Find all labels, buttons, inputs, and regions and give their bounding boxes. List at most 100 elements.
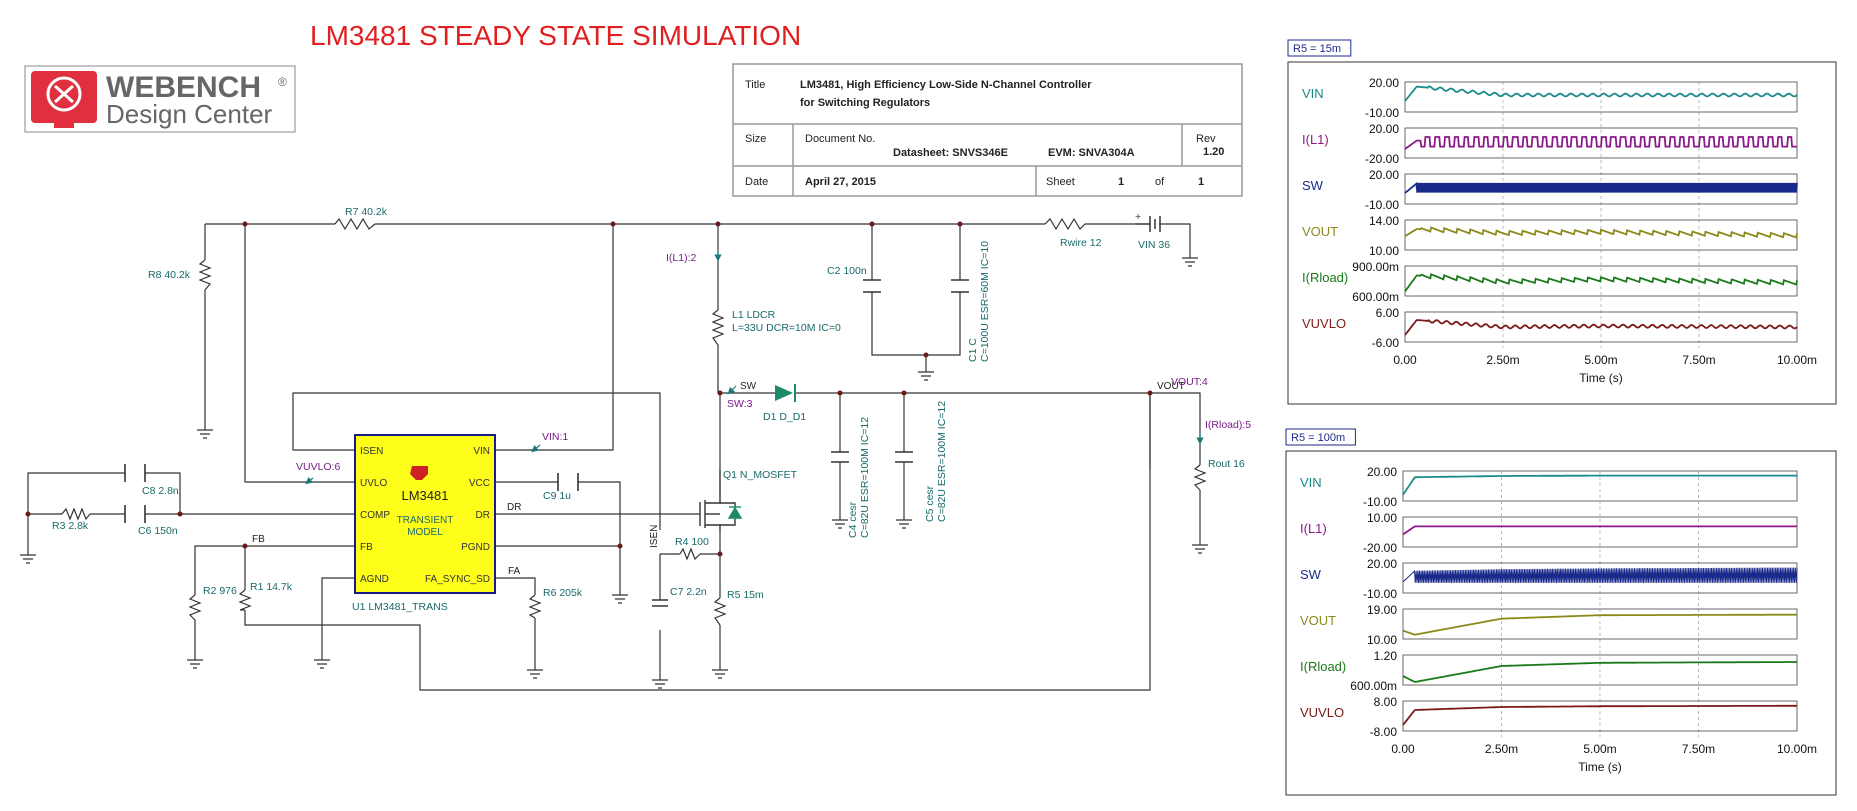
label-vin-plus: + — [1135, 211, 1141, 223]
ground-symbols — [20, 257, 1208, 689]
chip-ref: U1 LM3481_TRANS — [352, 601, 448, 613]
chart-title-tag: R5 = 15m — [1287, 39, 1352, 57]
ground-icon — [187, 659, 203, 669]
chart-panel-1: R5 = 15m 0.00 2.50m 5.00m 7.50m 10.00m Time (s… — [1287, 39, 1837, 405]
r6-resistor — [528, 594, 542, 619]
y-tick-label: -10.00 — [1363, 587, 1397, 601]
x-tick-label: 7.50m — [1682, 742, 1715, 756]
component-labels: U1 LM3481_TRANS R7 40.2k R8 40.2k R3 2.8… — [52, 206, 1245, 613]
label-rout: Rout 16 — [1208, 458, 1245, 470]
ground-icon — [1182, 257, 1198, 267]
label-c5-b: C=82U ESR=100M IC=12 — [936, 401, 948, 522]
r5-resistor — [713, 597, 727, 626]
r1-resistor — [238, 589, 252, 611]
series-name: I(Rload) — [1302, 270, 1348, 285]
c6-capacitor — [124, 505, 146, 523]
label-c5-a: C5 cesr — [924, 485, 936, 522]
ground-icon — [652, 679, 668, 689]
r3-resistor — [61, 507, 91, 521]
x-tick-label: 5.00m — [1583, 742, 1616, 756]
y-tick-label: 900.00m — [1352, 260, 1399, 274]
label-c7: C7 2.2n — [670, 586, 707, 598]
series-name: VUVLO — [1300, 705, 1344, 720]
series-name: VIN — [1300, 475, 1322, 490]
c8-capacitor — [124, 464, 146, 482]
series-name: SW — [1300, 567, 1322, 582]
x-tick-label: 5.00m — [1584, 353, 1617, 367]
c7-capacitor — [652, 599, 668, 607]
x-axis-label: Time (s) — [1579, 371, 1623, 385]
r8-resistor — [198, 259, 212, 291]
series-name: I(L1) — [1300, 521, 1327, 536]
c2-capacitor — [863, 279, 881, 293]
probe-il1: I(L1):2 — [666, 252, 697, 264]
pin-vcc: VCC — [469, 478, 490, 489]
y-tick-label: 20.00 — [1369, 76, 1399, 90]
net-dr: DR — [507, 502, 521, 513]
c9-capacitor — [557, 473, 579, 491]
chart-panel-2: R5 = 100m 0.00 2.50m 5.00m 7.50m 10.00m Time (… — [1285, 428, 1837, 796]
x-tick-label: 2.50m — [1486, 353, 1519, 367]
label-c4-a: C4 cesr — [847, 501, 859, 538]
net-fa: FA — [508, 566, 521, 577]
datasheet-value: Datasheet: SNVS346E — [893, 147, 1008, 159]
r7-resistor — [334, 217, 376, 231]
series-line — [1404, 136, 1797, 150]
logo-line2: Design Center — [106, 99, 273, 129]
ground-icon — [1192, 544, 1208, 554]
size-label: Size — [745, 133, 766, 145]
label-r3: R3 2.8k — [52, 520, 89, 532]
docno-label: Document No. — [805, 133, 875, 145]
net-sw: SW — [740, 381, 757, 392]
r4-resistor — [679, 547, 701, 561]
pin-fa-sync-sd: FA_SYNC_SD — [425, 574, 490, 585]
chart-title-tag: R5 = 100m — [1285, 428, 1356, 446]
label-c1-b: C=100U ESR=60M IC=10 — [979, 241, 991, 362]
y-tick-label: 6.00 — [1376, 306, 1400, 320]
y-tick-label: 20.00 — [1369, 122, 1399, 136]
series-name: VOUT — [1302, 224, 1338, 239]
schematic-canvas: LM3481 STEADY STATE SIMULATION WEBENCH ®… — [20, 20, 1837, 796]
y-tick-label: 10.00 — [1367, 633, 1397, 647]
probe-irload: I(Rload):5 — [1205, 419, 1251, 431]
ground-icon — [612, 594, 628, 604]
ground-icon — [527, 669, 543, 679]
label-r5: R5 15m — [727, 589, 764, 601]
label-c6: C6 150n — [138, 525, 178, 537]
y-tick-label: 8.00 — [1374, 695, 1398, 709]
capacitor-symbols — [124, 279, 969, 607]
pin-dr: DR — [476, 510, 490, 521]
y-tick-label: 19.00 — [1367, 603, 1397, 617]
pin-uvlo: UVLO — [360, 478, 387, 489]
webench-logo: WEBENCH ® Design Center — [24, 65, 296, 133]
x-tick-label: 10.00m — [1777, 742, 1817, 756]
pin-agnd: AGND — [360, 574, 389, 585]
date-value: April 27, 2015 — [805, 176, 876, 188]
logo-mark: ® — [278, 75, 287, 89]
lm3481-chip[interactable]: LM3481 TRANSIENT MODEL ISEN UVLO COMP FB… — [354, 434, 496, 594]
label-l1-a: L1 LDCR — [732, 309, 776, 321]
pin-vin: VIN — [473, 446, 490, 457]
series-name: I(L1) — [1302, 132, 1329, 147]
l1-inductor — [711, 309, 725, 346]
y-tick-label: 10.00 — [1367, 511, 1397, 525]
date-label: Date — [745, 176, 768, 188]
y-tick-label: 20.00 — [1369, 168, 1399, 182]
y-tick-label: -10.00 — [1365, 106, 1399, 120]
label-r7: R7 40.2k — [345, 206, 388, 218]
series-name: SW — [1302, 178, 1324, 193]
chip-model-line2: MODEL — [407, 527, 443, 538]
label-c4-b: C=82U ESR=100M IC=12 — [859, 417, 871, 538]
label-d1: D1 D_D1 — [763, 411, 806, 423]
y-tick-label: 10.00 — [1369, 244, 1399, 258]
r2-resistor — [188, 594, 202, 621]
rout-resistor — [1193, 464, 1207, 491]
c4-capacitor — [831, 451, 849, 463]
rwire-resistor — [1044, 217, 1086, 231]
x-tick-label: 7.50m — [1682, 353, 1715, 367]
label-l1-b: L=33U DCR=10M IC=0 — [732, 322, 841, 334]
pin-pgnd: PGND — [461, 542, 490, 553]
ground-icon — [918, 371, 934, 381]
ground-icon — [197, 429, 213, 439]
c5-capacitor — [895, 451, 913, 463]
